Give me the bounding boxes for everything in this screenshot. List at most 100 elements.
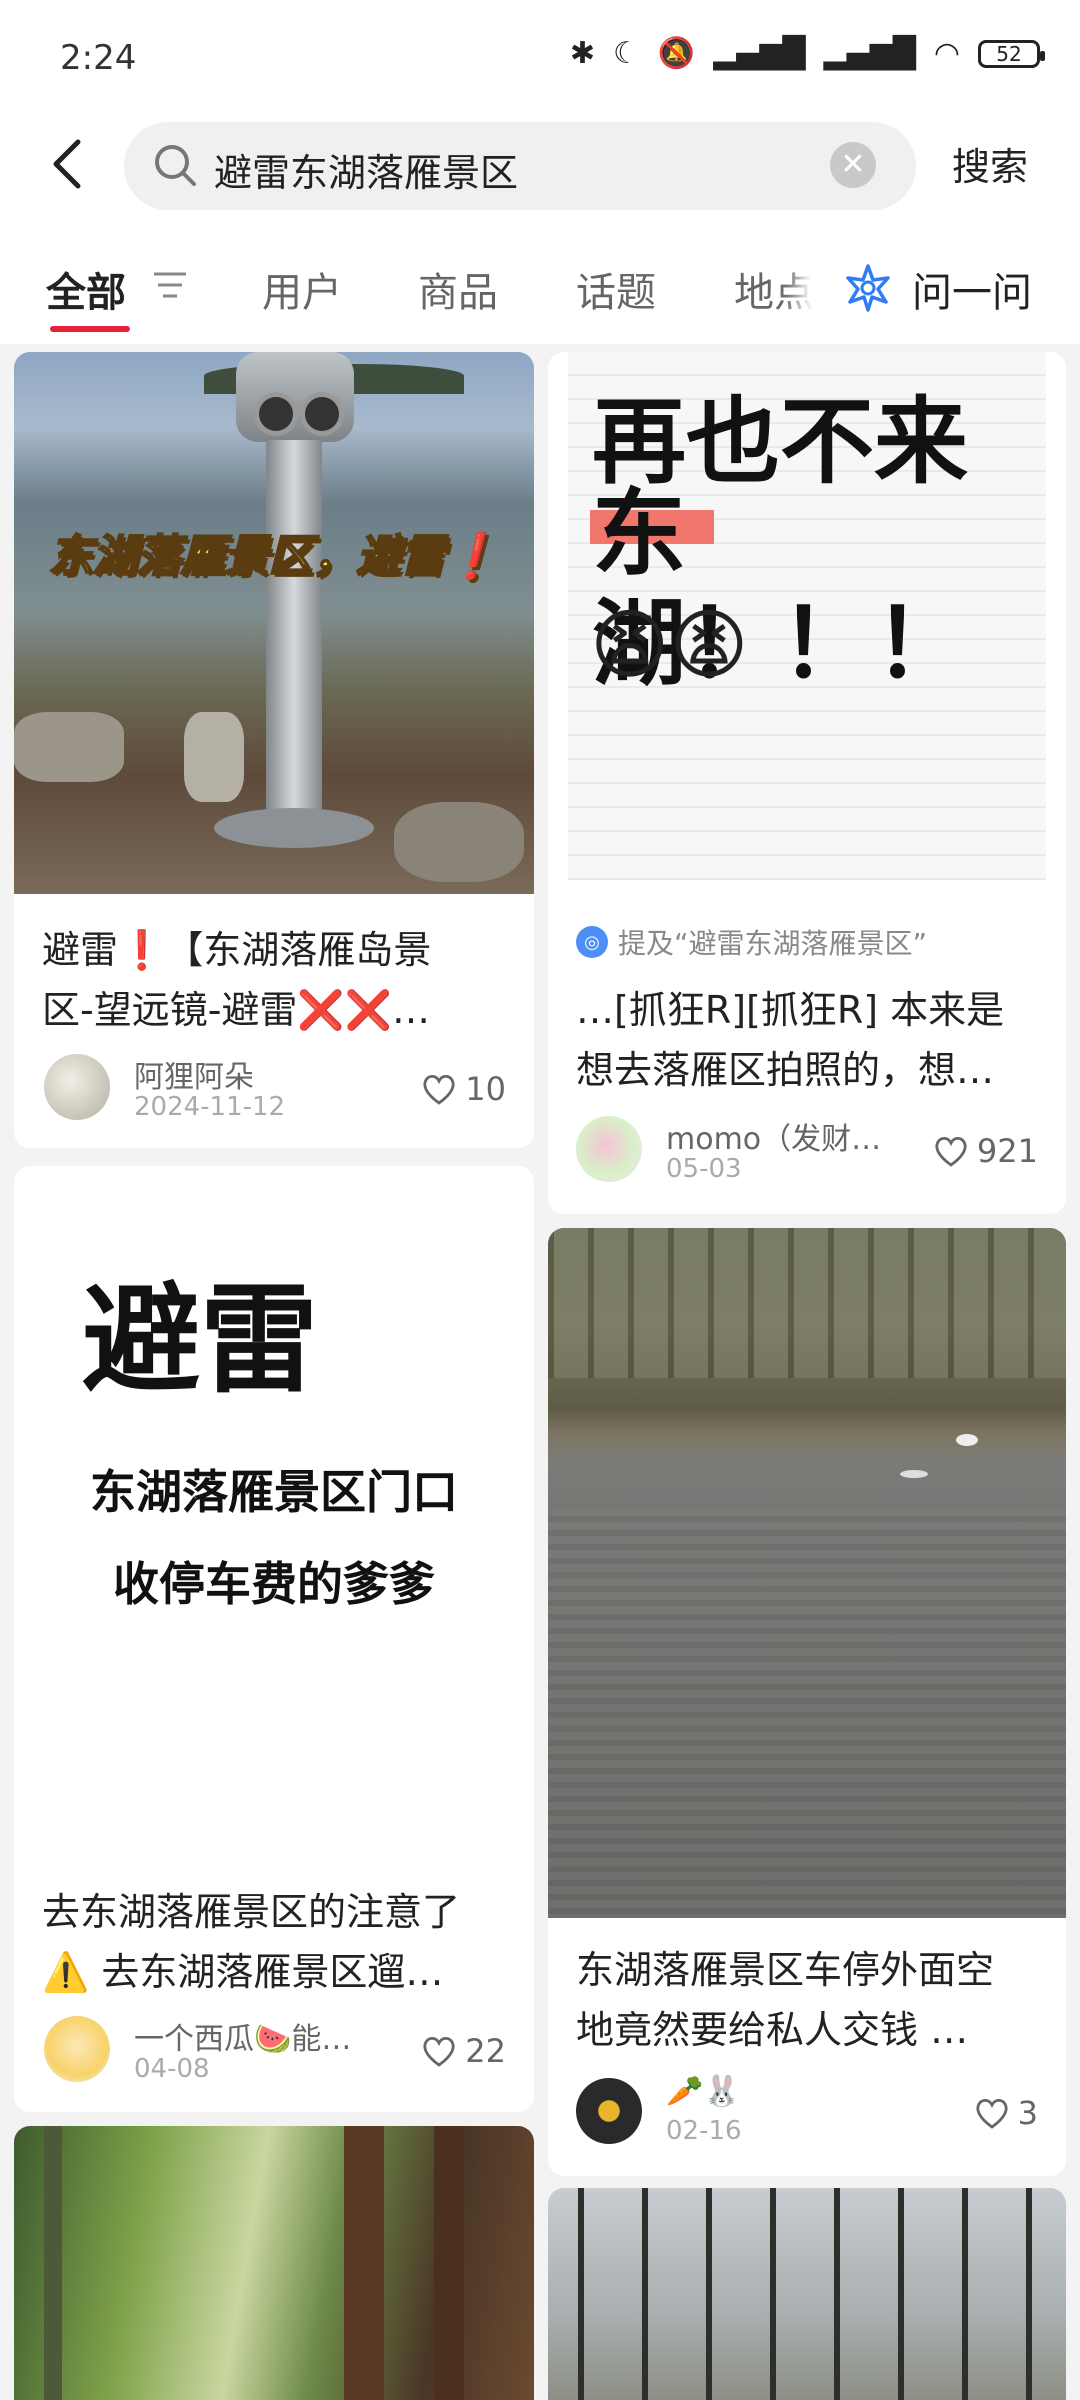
active-tab-indicator xyxy=(50,326,130,332)
author-name[interactable]: 🥕🐰 xyxy=(666,2074,741,2109)
note-card[interactable] xyxy=(548,2188,1066,2400)
ask-star-icon xyxy=(846,264,890,312)
title-line: 东湖落雁景区车停外面空 xyxy=(576,1948,995,1992)
note-card[interactable]: 东湖落雁景区车停外面空 地竟然要给私人交钱 … 🥕🐰 02-16 3 xyxy=(548,1228,1066,2176)
search-row: 避雷东湖落雁景区 ✕ 搜索 xyxy=(0,112,1080,216)
post-date: 02-16 xyxy=(666,2116,742,2146)
note-image: 再也不来 东湖！！！ 😫😫 xyxy=(568,352,1046,880)
tab-bar: 全部 用户 商品 话题 地点 问一问 xyxy=(0,216,1080,344)
tab-topics[interactable]: 话题 xyxy=(576,260,656,318)
post-date: 04-08 xyxy=(134,2054,210,2084)
note-image: 东湖落雁景区，避雷❗ xyxy=(14,352,534,894)
note-image xyxy=(548,2188,1066,2400)
tree-trunks xyxy=(548,1228,1066,1378)
mention-icon: ◎ xyxy=(576,926,608,958)
post-date: 05-03 xyxy=(666,1154,742,1184)
search-icon xyxy=(155,145,196,186)
filter-icon[interactable] xyxy=(150,270,190,300)
status-time: 2:24 xyxy=(60,38,137,78)
image-caption: 东湖落雁景区，避雷❗ xyxy=(48,530,500,583)
author-name[interactable]: 一个西瓜🍉能… xyxy=(134,2014,351,2058)
bird xyxy=(900,1470,928,1478)
note-title: 东湖落雁景区车停外面空 地竟然要给私人交钱 … xyxy=(576,1940,1050,2060)
telescope-lens xyxy=(300,392,344,436)
note-title: …[抓狂R][抓狂R] 本来是 想去落雁区拍照的，想… xyxy=(576,980,1046,1100)
title-line: 地竟然要给私人交钱 … xyxy=(576,2008,969,2052)
title-line: 去东湖落雁景区的注意了 xyxy=(42,1890,461,1934)
author-name[interactable]: 阿狸阿朵 xyxy=(134,1052,254,1096)
note-image: 避雷 东湖落雁景区门口 收停车费的爹爹 xyxy=(14,1166,534,1872)
heart-icon xyxy=(976,2098,1008,2129)
image-text: 东湖落雁景区门口 xyxy=(90,1465,458,1519)
mention-text: 提及“避雷东湖落雁景区” xyxy=(618,927,928,960)
telescope-pole xyxy=(266,440,322,820)
rock xyxy=(184,712,244,802)
heart-icon xyxy=(423,2036,455,2067)
author-name[interactable]: momo（发财… xyxy=(666,1114,881,1158)
image-headline: 避雷 xyxy=(82,1271,319,1409)
like-count: 22 xyxy=(465,2032,506,2070)
title-line: …[抓狂R][抓狂R] 本来是 xyxy=(576,988,1005,1032)
tab-all[interactable]: 全部 xyxy=(46,260,126,318)
title-line: 区-望远镜-避雷❌❌… xyxy=(42,988,431,1032)
search-query: 避雷东湖落雁景区 xyxy=(214,151,519,195)
tab-users[interactable]: 用户 xyxy=(262,260,342,318)
title-line: ⚠️ 去东湖落雁景区遛… xyxy=(42,1950,444,1994)
note-card[interactable]: 避雷 东湖落雁景区门口 收停车费的爹爹 去东湖落雁景区的注意了 ⚠️ 去东湖落雁… xyxy=(14,1166,534,2112)
rock xyxy=(394,802,524,882)
rock xyxy=(14,712,124,782)
tree-trunks xyxy=(548,2188,1066,2400)
tree-trunk xyxy=(344,2126,384,2400)
bell-muted-icon: 🔕 xyxy=(657,36,696,71)
tab-places[interactable]: 地点 xyxy=(734,260,814,318)
search-button[interactable]: 搜索 xyxy=(952,136,1028,191)
telescope-lens xyxy=(254,392,298,436)
water-ripples xyxy=(548,1508,1066,1918)
bird xyxy=(956,1434,978,1446)
avatar[interactable] xyxy=(576,1116,642,1182)
avatar[interactable] xyxy=(44,1054,110,1120)
image-text: 收停车费的爹爹 xyxy=(113,1557,435,1611)
title-line: 想去落雁区拍照的，想… xyxy=(576,1048,995,1092)
battery-icon: 52 xyxy=(978,39,1045,68)
note-image xyxy=(14,2126,534,2400)
heart-icon xyxy=(935,1136,967,1167)
title-line: 避雷❗【东湖落雁岛景 xyxy=(42,928,432,972)
tree-trunk xyxy=(434,2126,464,2400)
avatar[interactable] xyxy=(576,2078,642,2144)
like-button[interactable]: 921 xyxy=(933,1132,1038,1170)
close-icon: ✕ xyxy=(840,147,866,182)
ask-label: 问一问 xyxy=(912,270,1032,316)
search-input[interactable]: 避雷东湖落雁景区 ✕ xyxy=(124,122,916,210)
moon-icon: ☾ xyxy=(612,36,640,71)
like-count: 921 xyxy=(976,1132,1038,1170)
bluetooth-icon: ✱ xyxy=(569,36,595,71)
avatar[interactable] xyxy=(44,2016,110,2082)
note-title: 避雷❗【东湖落雁岛景 区-望远镜-避雷❌❌… xyxy=(42,920,512,1040)
signal-icon: ▂▄▆█ xyxy=(713,36,806,71)
tree-trunk xyxy=(44,2126,62,2400)
note-image xyxy=(548,1228,1066,1918)
mention-tag[interactable]: ◎ 提及“避雷东湖落雁景区” xyxy=(576,922,927,962)
note-card[interactable]: 东湖落雁景区，避雷❗ 避雷❗【东湖落雁岛景 区-望远镜-避雷❌❌… 阿狸阿朵 2… xyxy=(14,352,534,1148)
tab-products[interactable]: 商品 xyxy=(418,260,498,318)
crying-face-icon: 😫😫 xyxy=(590,600,749,689)
clear-search-button[interactable]: ✕ xyxy=(830,142,876,188)
like-button[interactable]: 10 xyxy=(421,1070,506,1108)
signal-icon: ▂▄▆█ xyxy=(823,36,916,71)
like-button[interactable]: 3 xyxy=(974,2094,1038,2132)
note-title: 去东湖落雁景区的注意了 ⚠️ 去东湖落雁景区遛… xyxy=(42,1882,522,2002)
chevron-left-icon xyxy=(53,139,81,189)
telescope-base xyxy=(214,808,374,848)
post-date: 2024-11-12 xyxy=(134,1092,286,1122)
status-icons: ✱ ☾ 🔕 ▂▄▆█ ▂▄▆█ ◠ 52 xyxy=(569,36,1045,71)
note-card[interactable]: 再也不来 东湖！！！ 😫😫 ◎ 提及“避雷东湖落雁景区” …[抓狂R][抓狂R]… xyxy=(548,352,1066,1214)
like-count: 3 xyxy=(1017,2094,1038,2132)
back-button[interactable] xyxy=(48,136,88,192)
like-button[interactable]: 22 xyxy=(421,2032,506,2070)
heart-icon xyxy=(423,1074,455,1105)
status-bar: 2:24 ✱ ☾ 🔕 ▂▄▆█ ▂▄▆█ ◠ 52 xyxy=(0,0,1080,112)
ask-button[interactable]: 问一问 xyxy=(816,246,1080,326)
note-card[interactable] xyxy=(14,2126,534,2400)
like-count: 10 xyxy=(465,1070,506,1108)
